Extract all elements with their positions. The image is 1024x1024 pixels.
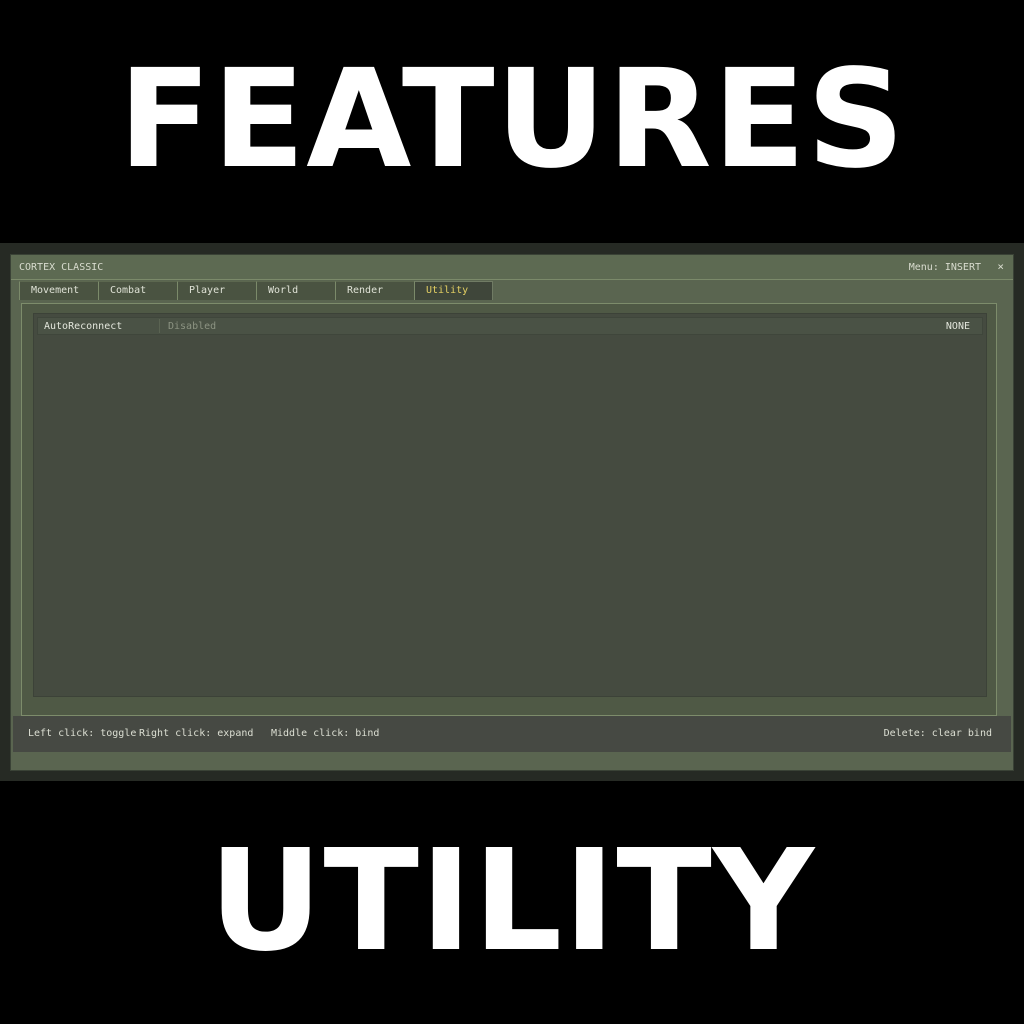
hint-right-click: Right click: expand <box>139 728 254 739</box>
banner-title-features: FEATURES <box>118 41 906 199</box>
tab-movement[interactable]: Movement <box>19 281 98 300</box>
tab-player[interactable]: Player <box>177 281 256 300</box>
title-bar[interactable]: CORTEX CLASSIC Menu: INSERT × <box>11 255 1013 280</box>
hint-middle-click: Middle click: bind <box>271 728 380 739</box>
tab-utility[interactable]: Utility <box>414 281 493 300</box>
module-status: Disabled <box>168 321 217 332</box>
menu-key-label: Menu: INSERT <box>908 262 981 273</box>
controls-hint-bar: Left click: toggle Right click: expand M… <box>13 716 1011 752</box>
module-row-autoreconnect[interactable]: AutoReconnect Disabled NONE <box>37 317 983 335</box>
module-name: AutoReconnect <box>44 321 123 332</box>
close-icon[interactable]: × <box>997 260 1004 273</box>
module-panel-frame: AutoReconnect Disabled NONE <box>21 303 997 716</box>
row-divider <box>159 319 160 333</box>
tab-combat[interactable]: Combat <box>98 281 177 300</box>
tab-world[interactable]: World <box>256 281 335 300</box>
hint-delete: Delete: clear bind <box>883 728 992 739</box>
module-keybind[interactable]: NONE <box>946 321 970 332</box>
cortex-window: CORTEX CLASSIC Menu: INSERT × Movement C… <box>10 254 1014 771</box>
banner-title-utility: UTILITY <box>208 820 816 983</box>
hint-left-click: Left click: toggle <box>28 728 137 739</box>
tab-render[interactable]: Render <box>335 281 414 300</box>
window-title: CORTEX CLASSIC <box>19 262 104 273</box>
category-tabs: Movement Combat Player World Render Util… <box>19 281 493 300</box>
module-list: AutoReconnect Disabled NONE <box>33 313 987 697</box>
stage: FEATURES CORTEX CLASSIC Menu: INSERT × M… <box>0 0 1024 1024</box>
